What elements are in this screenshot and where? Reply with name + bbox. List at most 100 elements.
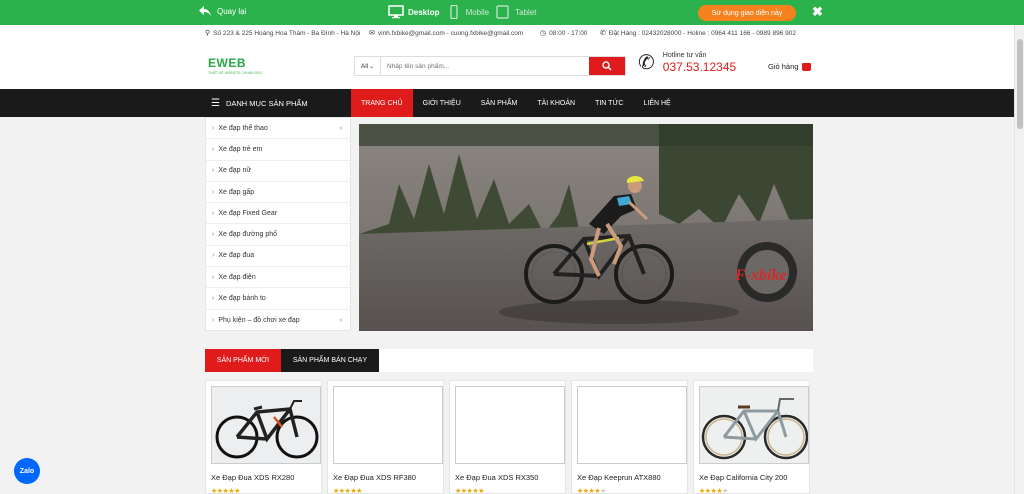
nav-item-products[interactable]: SẢN PHẨM <box>471 89 528 117</box>
category-label: Xe đạp bánh to <box>218 295 266 303</box>
address-text: Số 223 & 225 Hoàng Hoa Thám - Ba Đình - … <box>213 29 361 37</box>
close-icon[interactable]: ✖ <box>812 5 823 19</box>
chevron-right-icon: › <box>212 273 215 281</box>
desktop-icon <box>388 5 404 19</box>
chevron-right-icon: › <box>212 167 215 175</box>
device-mobile-label: Mobile <box>465 7 490 17</box>
category-item[interactable]: › Xe đạp gấp <box>206 182 350 204</box>
chevron-right-icon: › <box>212 316 215 324</box>
hamburger-icon: ☰ <box>211 97 220 109</box>
category-menu-toggle[interactable]: ☰ DANH MỤC SẢN PHẨM <box>205 89 351 117</box>
logo-text: EWEB <box>208 56 246 70</box>
product-name[interactable]: Xe Đạp Đua XDS RF380 <box>333 473 416 482</box>
preview-bar: Quay lại Desktop Mobile Tablet Sử dụng g… <box>0 0 1024 25</box>
phone-icon: ✆ <box>600 30 606 37</box>
star-rating: ★★★★★ <box>699 488 728 494</box>
category-item[interactable]: › Xe đạp Fixed Gear <box>206 203 350 225</box>
phones-text: Đặt Hàng : 02432028000 - Holine : 0964 4… <box>608 29 796 37</box>
email-info: ✉ vinh.fxbike@gmail.com - cuong.fxbike@g… <box>369 29 523 38</box>
tab-new-products[interactable]: SẢN PHẨM MỚI <box>205 349 281 372</box>
hotline-number[interactable]: 037.53.12345 <box>663 60 736 74</box>
nav-item-about[interactable]: GIỚI THIỆU <box>413 89 471 117</box>
submenu-arrow-icon: › <box>339 316 342 324</box>
product-tabs: SẢN PHẨM MỚI SẢN PHẨM BÁN CHẠY <box>205 349 813 372</box>
star-rating: ★★★★★ <box>577 488 606 494</box>
star-rating: ★★★★★ <box>211 488 240 494</box>
category-item[interactable]: › Phụ kiện – đồ chơi xe đạp › <box>206 310 350 331</box>
nav-item-home[interactable]: TRANG CHỦ <box>351 89 413 117</box>
category-item[interactable]: › Xe đạp nữ <box>206 161 350 182</box>
search-category-select[interactable]: All ⌄ <box>355 57 381 75</box>
device-switcher: Desktop Mobile Tablet <box>388 5 537 19</box>
product-name[interactable]: Xe Đạp California City 200 <box>699 473 787 482</box>
device-desktop[interactable]: Desktop <box>388 5 440 19</box>
logo-tagline: THIẾT KẾ WEBSITE CHUẨN SEO <box>208 71 263 75</box>
category-label: Xe đạp trẻ em <box>218 145 263 153</box>
product-name[interactable]: Xe Đạp Đua XDS RX280 <box>211 473 294 482</box>
product-card[interactable]: Xe Đạp Đua XDS RX350 ★★★★★ <box>449 380 566 494</box>
product-image[interactable] <box>577 386 687 464</box>
device-tablet-label: Tablet <box>515 7 537 17</box>
use-theme-button[interactable]: Sử dụng giao diện này <box>698 5 796 21</box>
chevron-right-icon: › <box>212 252 215 260</box>
hours-text: 08:00 - 17:00 <box>549 29 588 37</box>
product-grid: Xe Đạp Đua XDS RX280 ★★★★★ Xe Đạp Đua XD… <box>205 380 813 494</box>
contact-info-bar: ⚲ Số 223 & 225 Hoàng Hoa Thám - Ba Đình … <box>0 25 1014 41</box>
product-image[interactable] <box>211 386 321 464</box>
hotline-label: Hotline tư vấn <box>662 52 707 59</box>
location-pin-icon: ⚲ <box>205 30 211 37</box>
product-card[interactable]: Xe Đạp Keeprun ATX880 ★★★★★ <box>571 380 688 494</box>
search-input[interactable] <box>381 57 589 75</box>
product-image[interactable] <box>699 386 809 464</box>
search-button[interactable] <box>589 57 625 75</box>
search-icon <box>602 61 612 71</box>
site-logo[interactable]: EWEB THIẾT KẾ WEBSITE CHUẨN SEO <box>208 56 262 75</box>
tablet-icon <box>496 5 509 19</box>
product-name[interactable]: Xe Đạp Đua XDS RX350 <box>455 473 538 482</box>
product-card[interactable]: Xe Đạp California City 200 ★★★★★ <box>693 380 810 494</box>
tab-best-sellers[interactable]: SẢN PHẨM BÁN CHẠY <box>281 349 379 372</box>
road-bike-image <box>212 387 320 463</box>
chevron-right-icon: › <box>212 124 215 132</box>
chevron-right-icon: › <box>212 295 215 303</box>
product-name[interactable]: Xe Đạp Keeprun ATX880 <box>577 473 661 482</box>
device-mobile[interactable]: Mobile <box>446 5 490 19</box>
nav-item-account[interactable]: TÀI KHOẢN <box>527 89 585 117</box>
category-item[interactable]: › Xe đạp thể thao › <box>206 118 350 140</box>
category-item[interactable]: › Xe đạp đua <box>206 246 350 268</box>
chevron-down-icon: ⌄ <box>369 63 375 70</box>
back-link[interactable]: Quay lại <box>198 5 246 17</box>
device-tablet[interactable]: Tablet <box>495 5 537 19</box>
star-rating: ★★★★★ <box>333 488 362 494</box>
category-item[interactable]: › Xe đạp điện <box>206 267 350 289</box>
category-label: Xe đạp nữ <box>218 167 252 175</box>
chevron-right-icon: › <box>212 188 215 196</box>
product-image[interactable] <box>455 386 565 464</box>
phone-info: ✆ Đặt Hàng : 02432028000 - Holine : 0964… <box>600 29 796 38</box>
phone-ring-icon: ✆ <box>638 52 655 74</box>
product-card[interactable]: Xe Đạp Đua XDS RF380 ★★★★★ <box>327 380 444 494</box>
nav-menu: TRANG CHỦ GIỚI THIỆU SẢN PHẨM TÀI KHOẢN … <box>351 89 681 117</box>
category-label: Phụ kiện – đồ chơi xe đạp <box>218 316 300 324</box>
category-header-label: DANH MỤC SẢN PHẨM <box>225 98 308 108</box>
hero-banner[interactable]: F-xbike <box>359 124 813 331</box>
scrollbar-thumb[interactable] <box>1017 39 1023 129</box>
product-image[interactable] <box>333 386 443 464</box>
nav-item-contact[interactable]: LIÊN HỆ <box>633 89 680 117</box>
nav-item-news[interactable]: TIN TỨC <box>585 89 633 117</box>
email-text[interactable]: vinh.fxbike@gmail.com - cuong.fxbike@gma… <box>378 30 523 37</box>
star-rating: ★★★★★ <box>455 488 484 494</box>
zalo-chat-button[interactable]: Zalo <box>14 458 40 484</box>
category-item[interactable]: › Xe đạp đường phố <box>206 224 350 246</box>
category-label: Xe đạp gấp <box>218 188 255 196</box>
category-label: Xe đạp đường phố <box>218 231 278 239</box>
site-header: EWEB THIẾT KẾ WEBSITE CHUẨN SEO All⌄ ✆ H… <box>0 41 1014 89</box>
page-scrollbar[interactable] <box>1014 25 1024 494</box>
category-item[interactable]: › Xe đạp bánh to <box>206 288 350 310</box>
cart-link[interactable]: Giỏ hàng <box>768 62 812 71</box>
product-card[interactable]: Xe Đạp Đua XDS RX280 ★★★★★ <box>205 380 322 494</box>
category-item[interactable]: › Xe đạp trẻ em <box>206 139 350 161</box>
mobile-icon <box>449 5 458 19</box>
category-label: Xe đạp thể thao <box>218 124 268 132</box>
clock-icon: ◷ <box>540 30 547 37</box>
